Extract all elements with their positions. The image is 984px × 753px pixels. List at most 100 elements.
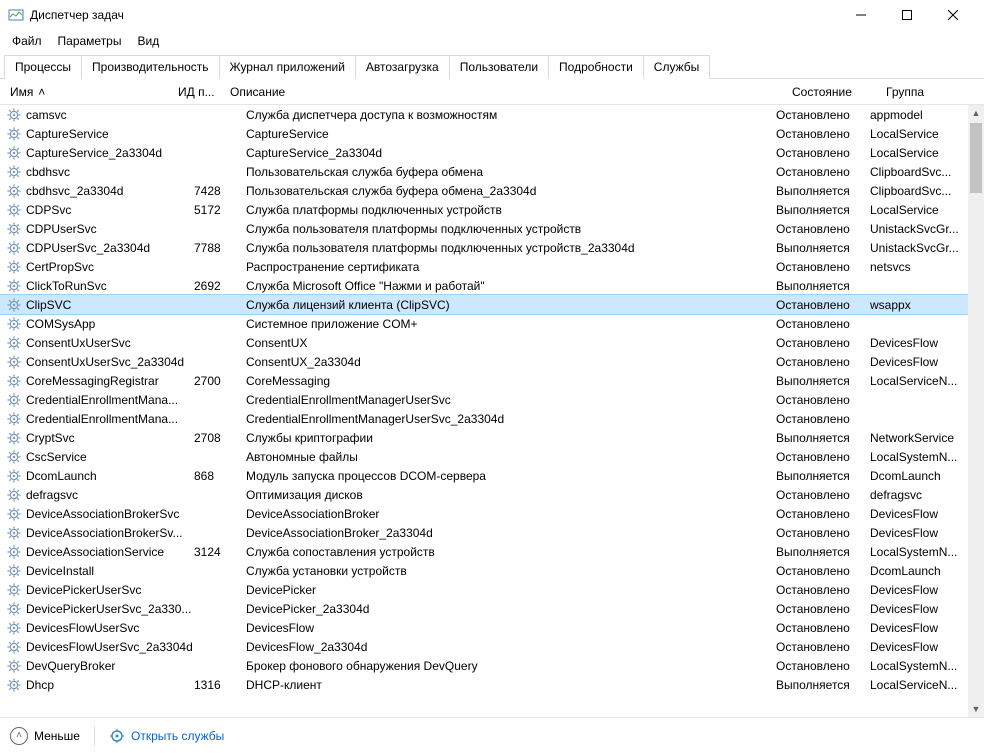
close-button[interactable] xyxy=(930,0,976,30)
menu-view[interactable]: Вид xyxy=(129,32,167,50)
cell-name: CryptSvc xyxy=(26,431,194,445)
cell-group: appmodel xyxy=(870,108,968,122)
service-gear-icon xyxy=(6,525,22,541)
scroll-down-icon[interactable]: ▼ xyxy=(968,701,984,717)
service-gear-icon xyxy=(6,544,22,560)
maximize-button[interactable] xyxy=(884,0,930,30)
table-row[interactable]: DeviceAssociationBrokerSv...DeviceAssoci… xyxy=(0,523,968,542)
table-row[interactable]: CoreMessagingRegistrar2700CoreMessagingВ… xyxy=(0,371,968,390)
tab-performance[interactable]: Производительность xyxy=(81,55,219,79)
table-row[interactable]: DevicePickerUserSvcDevicePickerОстановле… xyxy=(0,580,968,599)
cell-description: CaptureService xyxy=(242,127,776,141)
cell-group: LocalSystemN... xyxy=(870,659,968,673)
column-state[interactable]: Состояние xyxy=(792,85,886,99)
table-row[interactable]: cbdhsvc_2a3304d7428Пользовательская служ… xyxy=(0,181,968,200)
cell-pid: 5172 xyxy=(194,203,242,217)
cell-state: Выполняется xyxy=(776,241,870,255)
services-list: camsvcСлужба диспетчера доступа к возмож… xyxy=(0,105,984,717)
table-row[interactable]: DeviceAssociationService3124Служба сопос… xyxy=(0,542,968,561)
table-row[interactable]: CryptSvc2708Службы криптографииВыполняет… xyxy=(0,428,968,447)
table-row[interactable]: cbdhsvcПользовательская служба буфера об… xyxy=(0,162,968,181)
cell-group: LocalService xyxy=(870,146,968,160)
table-row[interactable]: CredentialEnrollmentMana...CredentialEnr… xyxy=(0,390,968,409)
scroll-thumb[interactable] xyxy=(970,123,982,193)
cell-name: ConsentUxUserSvc xyxy=(26,336,194,350)
column-pid[interactable]: ИД п... xyxy=(178,85,226,99)
table-row[interactable]: CscServiceАвтономные файлыОстановленоLoc… xyxy=(0,447,968,466)
column-description[interactable]: Описание xyxy=(226,85,792,99)
table-row[interactable]: DeviceAssociationBrokerSvcDeviceAssociat… xyxy=(0,504,968,523)
cell-group: LocalService xyxy=(870,203,968,217)
table-row[interactable]: Dhcp1316DHCP-клиентВыполняетсяLocalServi… xyxy=(0,675,968,694)
table-row[interactable]: DevicesFlowUserSvc_2a3304dDevicesFlow_2a… xyxy=(0,637,968,656)
cell-description: DevicesFlow_2a3304d xyxy=(242,640,776,654)
table-row[interactable]: CDPUserSvcСлужба пользователя платформы … xyxy=(0,219,968,238)
table-row[interactable]: CaptureServiceCaptureServiceОстановленоL… xyxy=(0,124,968,143)
tab-apphistory[interactable]: Журнал приложений xyxy=(219,55,356,79)
table-row[interactable]: ConsentUxUserSvcConsentUXОстановленоDevi… xyxy=(0,333,968,352)
table-row[interactable]: DcomLaunch868Модуль запуска процессов DC… xyxy=(0,466,968,485)
cell-name: CaptureService xyxy=(26,127,194,141)
table-row[interactable]: defragsvcОптимизация дисковОстановленоde… xyxy=(0,485,968,504)
cell-state: Выполняется xyxy=(776,374,870,388)
cell-group: NetworkService xyxy=(870,431,968,445)
service-gear-icon xyxy=(6,411,22,427)
table-row[interactable]: COMSysAppСистемное приложение COM+Остано… xyxy=(0,314,968,333)
scroll-up-icon[interactable]: ▲ xyxy=(968,105,984,121)
table-row[interactable]: DeviceInstallСлужба установки устройствО… xyxy=(0,561,968,580)
cell-group: DevicesFlow xyxy=(870,355,968,369)
table-row[interactable]: CDPUserSvc_2a3304d7788Служба пользовател… xyxy=(0,238,968,257)
cell-group: DevicesFlow xyxy=(870,621,968,635)
table-row[interactable]: DevicePickerUserSvc_2a330...DevicePicker… xyxy=(0,599,968,618)
tab-details[interactable]: Подробности xyxy=(548,55,644,79)
cell-name: defragsvc xyxy=(26,488,194,502)
fewer-details-button[interactable]: ˄ Меньше xyxy=(10,727,80,745)
cell-pid: 7788 xyxy=(194,241,242,255)
cell-description: DHCP-клиент xyxy=(242,678,776,692)
tab-processes[interactable]: Процессы xyxy=(4,55,82,79)
cell-group: wsappx xyxy=(870,298,968,312)
table-row[interactable]: CDPSvc5172Служба платформы подключенных … xyxy=(0,200,968,219)
table-row[interactable]: DevicesFlowUserSvcDevicesFlowОстановлено… xyxy=(0,618,968,637)
table-row[interactable]: camsvcСлужба диспетчера доступа к возмож… xyxy=(0,105,968,124)
table-row[interactable]: DevQueryBrokerБрокер фонового обнаружени… xyxy=(0,656,968,675)
column-name[interactable]: Имя ˄ xyxy=(6,85,178,99)
service-gear-icon xyxy=(6,221,22,237)
cell-state: Остановлено xyxy=(776,165,870,179)
cell-state: Выполняется xyxy=(776,431,870,445)
table-row[interactable]: ClickToRunSvc2692Служба Microsoft Office… xyxy=(0,276,968,295)
cell-state: Остановлено xyxy=(776,412,870,426)
menu-file[interactable]: Файл xyxy=(4,32,50,50)
cell-state: Выполняется xyxy=(776,279,870,293)
table-row[interactable]: CredentialEnrollmentMana...CredentialEnr… xyxy=(0,409,968,428)
cell-description: ConsentUX xyxy=(242,336,776,350)
scroll-track[interactable] xyxy=(968,121,984,701)
service-gear-icon xyxy=(6,107,22,123)
cell-name: CertPropSvc xyxy=(26,260,194,274)
table-row[interactable]: CaptureService_2a3304dCaptureService_2a3… xyxy=(0,143,968,162)
service-gear-icon xyxy=(6,145,22,161)
cell-state: Остановлено xyxy=(776,488,870,502)
service-gear-icon xyxy=(6,677,22,693)
tab-services[interactable]: Службы xyxy=(643,55,710,79)
menu-bar: Файл Параметры Вид xyxy=(0,30,984,52)
vertical-scrollbar[interactable]: ▲ ▼ xyxy=(968,105,984,717)
tab-startup[interactable]: Автозагрузка xyxy=(355,55,450,79)
column-header-row: Имя ˄ ИД п... Описание Состояние Группа xyxy=(0,79,984,105)
cell-state: Остановлено xyxy=(776,526,870,540)
cell-group: ClipboardSvc... xyxy=(870,184,968,198)
menu-options[interactable]: Параметры xyxy=(50,32,130,50)
service-gear-icon xyxy=(6,316,22,332)
tab-users[interactable]: Пользователи xyxy=(449,55,549,79)
cell-name: DcomLaunch xyxy=(26,469,194,483)
table-row[interactable]: CertPropSvcРаспространение сертификатаОс… xyxy=(0,257,968,276)
minimize-button[interactable] xyxy=(838,0,884,30)
sort-ascending-icon: ˄ xyxy=(37,85,47,99)
cell-description: Пользовательская служба буфера обмена xyxy=(242,165,776,179)
table-row[interactable]: ClipSVCСлужба лицензий клиента (ClipSVC)… xyxy=(0,295,968,314)
column-group[interactable]: Группа xyxy=(886,85,984,99)
cell-name: DeviceAssociationBrokerSv... xyxy=(26,526,194,540)
table-row[interactable]: ConsentUxUserSvc_2a3304dConsentUX_2a3304… xyxy=(0,352,968,371)
open-services-link[interactable]: Открыть службы xyxy=(109,728,224,744)
cell-description: Служба Microsoft Office "Нажми и работай… xyxy=(242,279,776,293)
